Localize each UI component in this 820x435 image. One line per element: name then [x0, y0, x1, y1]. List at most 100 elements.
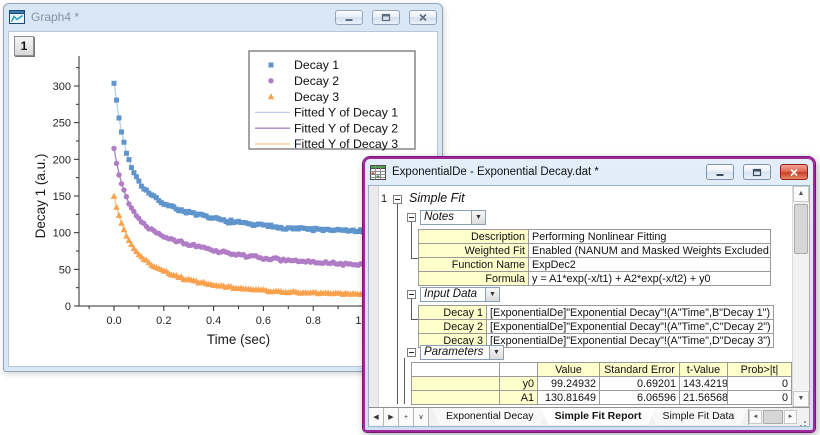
tree-guide-input-h — [411, 319, 418, 320]
vertical-scroll-thumb[interactable] — [794, 204, 808, 254]
sheet-maximize-button[interactable] — [743, 164, 771, 180]
worksheet-window-titlebar[interactable]: ExponentialDe - Exponential Decay.dat * — [365, 159, 813, 185]
parameters-header-cell: Standard Error — [600, 363, 680, 377]
sheet-list-button[interactable]: ∨ — [414, 408, 429, 426]
resize-grip[interactable] — [797, 408, 809, 426]
scroll-right-button[interactable]: ► — [784, 410, 797, 424]
svg-text:Decay 1: Decay 1 — [294, 58, 339, 72]
parameter-value-cell: 6.06596 — [600, 391, 680, 405]
vertical-scrollbar[interactable]: ▲ ▼ — [792, 186, 809, 407]
parameters-table: ValueStandard Errort-ValueProb>|t|y099.2… — [411, 362, 792, 405]
horizontal-scroll-thumb[interactable] — [763, 410, 783, 424]
simple-fit-report: 1 Simple Fit Notes ▼ DescriptionPerformi… — [379, 186, 792, 407]
svg-text:0: 0 — [65, 301, 71, 313]
parameter-name-cell: A1 — [500, 391, 538, 405]
minimize-icon — [715, 168, 725, 177]
tree-guide-notes — [411, 222, 412, 258]
tree-guide-params — [404, 358, 405, 404]
sheet-minimize-button[interactable] — [706, 164, 734, 180]
parameters-header-cell: t-Value — [680, 363, 728, 377]
notes-section-label: Notes — [421, 211, 471, 224]
parameters-section-label: Parameters — [421, 346, 489, 359]
graph-minimize-button[interactable] — [335, 10, 363, 25]
tab-scroll-first-button[interactable]: ◀ — [369, 408, 384, 426]
svg-text:300: 300 — [53, 81, 71, 93]
parameter-value-cell: 143.42193 — [680, 377, 728, 391]
worksheet-body: 1 Simple Fit Notes ▼ DescriptionPerformi… — [368, 185, 810, 427]
scroll-down-button[interactable]: ▼ — [793, 391, 809, 407]
svg-text:Fitted Y of Decay 2: Fitted Y of Decay 2 — [294, 121, 398, 135]
report-row-label: Description — [419, 230, 529, 244]
input-data-section-combo[interactable]: Input Data ▼ — [420, 287, 500, 302]
parameters-header-cell: Prob>|t| — [728, 363, 792, 377]
parameter-value-cell: 21.56568 — [680, 391, 728, 405]
collapse-root-button[interactable] — [393, 195, 402, 204]
parameters-header-cell — [500, 363, 538, 377]
graph-window-title: Graph4 * — [31, 10, 326, 24]
report-row-label: Weighted Fit — [419, 244, 529, 258]
parameters-row: A1130.816496.0659621.565680 — [412, 391, 792, 405]
report-row-value: ExpDec2 — [529, 258, 771, 272]
tree-guide-notes-h — [411, 258, 418, 259]
notes-section-combo[interactable]: Notes ▼ — [420, 210, 486, 225]
horizontal-scrollbar[interactable]: ◄ ► — [748, 409, 797, 425]
report-row: Decay 1[ExponentialDe]"Exponential Decay… — [419, 306, 774, 320]
collapse-notes-button[interactable] — [407, 213, 416, 222]
worksheet-window-title: ExponentialDe - Exponential Decay.dat * — [392, 166, 697, 178]
svg-text:Fitted Y of Decay 3: Fitted Y of Decay 3 — [294, 137, 398, 151]
svg-text:Decay 2: Decay 2 — [294, 74, 339, 88]
input-data-dropdown-icon[interactable]: ▼ — [485, 288, 499, 301]
report-row: Formulay = A1*exp(-x/t1) + A2*exp(-x/t2)… — [419, 272, 771, 286]
minimize-icon — [344, 13, 354, 22]
graph-window-icon — [9, 9, 25, 25]
report-row: DescriptionPerforming Nonlinear Fitting — [419, 230, 771, 244]
graph-restore-button[interactable] — [372, 10, 400, 25]
svg-text:0.2: 0.2 — [156, 315, 171, 327]
graph-window-titlebar[interactable]: Graph4 * — [4, 4, 442, 30]
svg-text:0.6: 0.6 — [256, 315, 271, 327]
parameters-dropdown-icon[interactable]: ▼ — [489, 346, 503, 359]
svg-text:250: 250 — [53, 118, 71, 130]
parameter-value-cell: 99.24932 — [538, 377, 600, 391]
tab-scroll-last-button[interactable]: ▶ — [384, 408, 399, 426]
add-sheet-button[interactable]: + — [399, 408, 414, 426]
maximize-icon — [752, 168, 762, 177]
svg-text:0.8: 0.8 — [306, 315, 321, 327]
input-data-table: Decay 1[ExponentialDe]"Exponential Decay… — [418, 305, 774, 348]
collapse-input-data-button[interactable] — [407, 290, 416, 299]
sheet-close-button[interactable] — [780, 164, 808, 180]
sheet-tab-simple-fit-report[interactable]: Simple Fit Report — [541, 408, 656, 425]
collapse-parameters-button[interactable] — [407, 348, 416, 357]
parameter-value-cell: 0.69201 — [600, 377, 680, 391]
report-row-value: [ExponentialDe]"Exponential Decay"!(A"Ti… — [487, 334, 774, 348]
layer-1-button[interactable]: 1 — [14, 36, 34, 56]
parameter-value-cell: 130.81649 — [538, 391, 600, 405]
svg-text:50: 50 — [59, 264, 71, 276]
scroll-left-button[interactable]: ◄ — [749, 410, 762, 424]
sheet-tab-simple-fit-data[interactable]: Simple Fit Data — [649, 408, 749, 425]
close-icon — [789, 168, 799, 177]
svg-text:200: 200 — [53, 154, 71, 166]
notes-table: DescriptionPerforming Nonlinear FittingW… — [418, 229, 771, 286]
parameters-row: y099.249320.69201143.421930 — [412, 377, 792, 391]
report-root-label: Simple Fit — [409, 191, 465, 205]
worksheet-window: ExponentialDe - Exponential Decay.dat * — [363, 157, 815, 432]
report-row: Decay 2[ExponentialDe]"Exponential Decay… — [419, 320, 774, 334]
svg-text:0.4: 0.4 — [206, 315, 221, 327]
scroll-up-button[interactable]: ▲ — [793, 186, 809, 202]
svg-text:150: 150 — [53, 191, 71, 203]
parameters-section-combo[interactable]: Parameters ▼ — [420, 345, 504, 360]
notes-dropdown-icon[interactable]: ▼ — [471, 211, 485, 224]
parameters-header-cell: Value — [538, 363, 600, 377]
sheet-tab-exponential-decay[interactable]: Exponential Decay — [432, 408, 548, 425]
report-row-value: y = A1*exp(-x/t1) + A2*exp(-x/t2) + y0 — [529, 272, 771, 286]
sheet-tab-bar: ◀ ▶ + ∨ Exponential DecaySimple Fit Repo… — [369, 407, 809, 426]
svg-text:100: 100 — [53, 228, 71, 240]
parameter-value-cell — [412, 377, 500, 391]
report-row: Weighted FitEnabled (NANUM and Masked We… — [419, 244, 771, 258]
worksheet-window-icon — [370, 165, 386, 180]
parameters-header-row: ValueStandard Errort-ValueProb>|t| — [412, 363, 792, 377]
graph-close-button[interactable] — [409, 10, 437, 25]
report-row-value: Performing Nonlinear Fitting — [529, 230, 771, 244]
report-row-label: Decay 1 — [419, 306, 487, 320]
